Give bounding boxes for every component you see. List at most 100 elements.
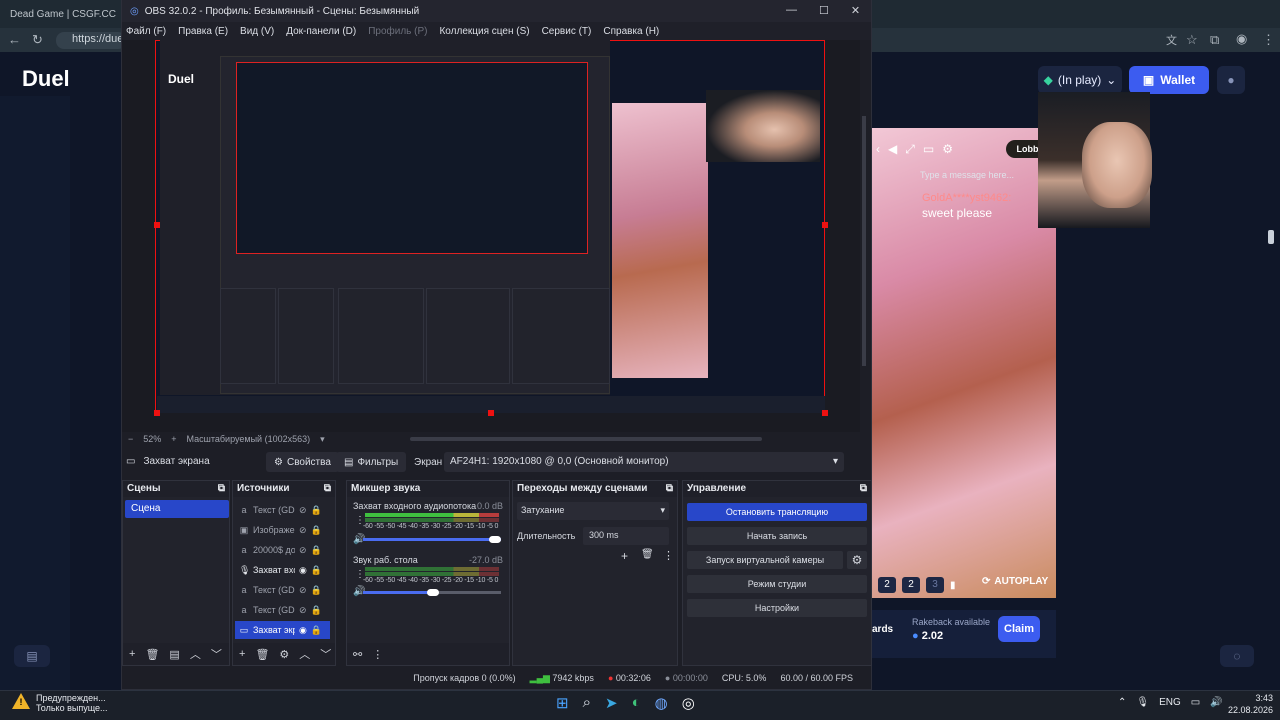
zoom-out-icon[interactable]: − [128,434,133,444]
back-icon[interactable]: ‹ [876,142,880,156]
down-icon[interactable]: ﹀ [320,646,331,662]
gear-icon[interactable]: ⚙ [847,551,867,569]
lock-icon[interactable]: 🔒 [311,625,322,636]
source-row[interactable]: ▭ Захват экр ◉ 🔒 [235,621,330,639]
eye-icon[interactable]: ◉ [299,625,307,636]
start-recording-button[interactable]: Начать запись [687,527,867,545]
obs-icon[interactable]: ◎ [682,694,695,712]
resize-handle[interactable] [154,222,160,228]
menu-docks[interactable]: Док-панели (D) [286,26,356,37]
edge-icon[interactable]: ◐ [632,694,641,712]
source-row[interactable]: a Текст (GDI ⊘ 🔒 [235,501,330,519]
slider-knob[interactable] [427,589,439,596]
link-icon[interactable]: ⚯ [353,648,362,661]
chevron-down-icon[interactable]: ▾ [320,434,325,445]
warning-widget[interactable]: ! Предупрежден... Только выпуще... [12,693,108,713]
trash-icon[interactable]: 🗑 [641,549,654,560]
scene-item[interactable]: Сцена [125,500,229,518]
menu-scene-collection[interactable]: Коллекция сцен (S) [439,26,529,37]
eye-off-icon[interactable]: ⊘ [299,525,307,536]
volume-icon[interactable]: 🔊 [1210,697,1222,708]
lock-icon[interactable]: 🔒 [311,505,322,516]
discord-icon[interactable]: ◍ [655,694,668,712]
menu-file[interactable]: Файл (F) [126,26,166,37]
search-icon[interactable]: ⌕ [583,694,591,712]
eye-off-icon[interactable]: ⊘ [299,605,307,616]
stats-icon[interactable]: ▮ [950,580,956,591]
trash-icon[interactable]: 🗑 [255,648,269,661]
slider-knob[interactable] [489,536,501,543]
sound-icon[interactable]: ◀ [888,142,897,156]
down-icon[interactable]: ﹀ [211,646,222,662]
eye-off-icon[interactable]: ⊘ [299,585,307,596]
chat-icon[interactable]: ▭ [923,142,934,156]
trash-icon[interactable]: 🗑 [145,648,159,661]
filter-icon[interactable]: ▤ [169,648,179,661]
bet-option[interactable]: 2 [878,577,896,593]
resize-handle[interactable] [488,410,494,416]
telegram-icon[interactable]: ➤ [605,694,618,712]
lock-icon[interactable]: 🔒 [311,605,322,616]
source-row[interactable]: a Текст (GDI ⊘ 🔒 [235,601,330,619]
gear-icon[interactable]: ⚙ [942,142,953,156]
resize-handle[interactable] [154,410,160,416]
source-row[interactable]: ▣ Изображе ⊘ 🔒 [235,521,330,539]
stop-stream-button[interactable]: Остановить трансляцию [687,503,867,521]
extensions-icon[interactable]: ⧉ [1210,32,1219,48]
zoom-in-icon[interactable]: + [171,434,176,444]
translate-icon[interactable]: 文 [1166,32,1177,48]
chevron-up-icon[interactable]: ⌃ [1118,697,1126,708]
virtual-camera-button[interactable]: Запуск виртуальной камеры [687,551,843,569]
eye-off-icon[interactable]: ⊘ [299,505,307,516]
undock-icon[interactable]: ⧉ [860,483,867,495]
clock[interactable]: 3:43 22.08.2026 [1228,692,1273,716]
profile-icon[interactable]: ● [1217,66,1245,94]
properties-button[interactable]: ⚙ Свойства [266,452,339,472]
menu-profile[interactable]: Профиль (P) [368,26,427,37]
microphone-icon[interactable]: 🎙 [1136,697,1149,708]
filters-button[interactable]: ▤ Фильтры [336,452,407,472]
inplay-balance[interactable]: ◆ (In play) ⌄ [1038,66,1122,94]
wallet-button[interactable]: ▣ Wallet [1129,66,1209,94]
volume-slider[interactable] [363,536,501,543]
lock-icon[interactable]: 🔒 [311,565,322,576]
source-row[interactable]: a Текст (GDI ⊘ 🔒 [235,581,330,599]
support-icon[interactable]: ◌ [1220,645,1254,667]
settings-button[interactable]: Настройки [687,599,867,617]
lock-icon[interactable]: 🔒 [311,525,322,536]
add-icon[interactable]: + [239,648,245,660]
minimize-icon[interactable]: — [786,4,797,17]
start-icon[interactable]: ⊞ [556,694,569,712]
avatar[interactable]: ◉ [1236,31,1247,47]
resize-handle[interactable] [822,410,828,416]
claim-button[interactable]: Claim [998,616,1040,642]
menu-icon[interactable]: ⋮ [1262,32,1275,48]
close-icon[interactable]: ✕ [851,4,860,17]
screen-select[interactable]: AF24H1: 1920x1080 @ 0,0 (Основной монито… [444,452,844,472]
volume-slider[interactable] [363,589,501,596]
chat-toggle-icon[interactable]: ▤ [14,645,50,667]
kebab-menu-icon[interactable]: ⋮ [663,549,674,562]
lock-icon[interactable]: 🔒 [311,545,322,556]
gear-icon[interactable]: ⚙ [279,648,289,661]
autoplay-button[interactable]: ⟳ AUTOPLAY [982,576,1048,587]
browser-tab[interactable]: Dead Game | CSGF.CC [10,6,116,22]
address-bar[interactable]: https://duel [56,32,126,49]
reload-icon[interactable]: ↻ [32,32,43,48]
preview-scrollbar[interactable] [862,116,866,366]
undock-icon[interactable]: ⧉ [218,483,225,495]
back-icon[interactable]: ← [8,32,21,47]
transition-select[interactable]: Затухание ▾ [517,502,669,520]
resize-handle[interactable] [822,222,828,228]
network-icon[interactable]: ▭ [1191,697,1200,708]
lock-icon[interactable]: 🔒 [311,585,322,596]
kebab-menu-icon[interactable]: ⋮ [372,648,383,661]
chat-input[interactable]: Type a message here... [920,170,1038,184]
site-logo[interactable]: Duel [22,66,70,92]
bet-option[interactable]: 3 [926,577,944,593]
undock-icon[interactable]: ⧉ [324,483,331,495]
up-icon[interactable]: ︿ [190,646,201,662]
menu-view[interactable]: Вид (V) [240,26,274,37]
horizontal-scrollbar[interactable] [410,437,762,441]
studio-mode-button[interactable]: Режим студии [687,575,867,593]
